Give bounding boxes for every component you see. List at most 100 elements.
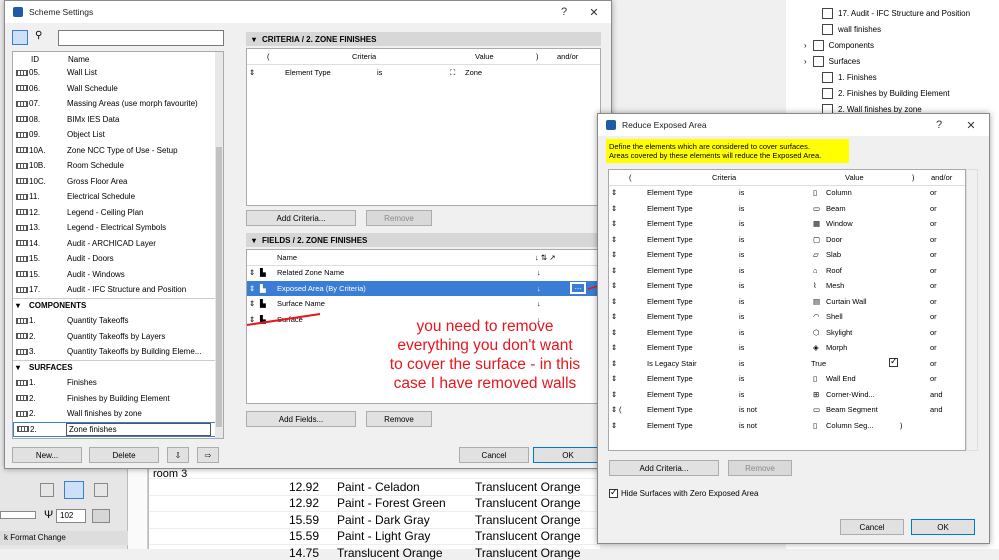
info-line-1: Define the elements which are considered…: [609, 142, 810, 151]
reduce-criteria-row[interactable]: ⇕ Element Type is ▯ Column or: [609, 185, 965, 201]
row-andor: or: [930, 327, 937, 337]
row-op: is: [739, 281, 745, 290]
row-criteria: Element Type: [647, 203, 693, 213]
drag-handle-icon[interactable]: ⇕: [611, 204, 617, 213]
row-op: is: [739, 374, 745, 383]
reduce-criteria-row[interactable]: ⇕ Element Type is ▱ Slab or: [609, 247, 965, 263]
row-criteria: Element Type: [647, 296, 693, 306]
drag-handle-icon[interactable]: ⇕: [611, 390, 617, 399]
reduce-criteria-row[interactable]: ⇕ Element Type is not ▯ Column Seg...): [609, 418, 965, 434]
drag-handle-icon[interactable]: ⇕: [611, 219, 617, 228]
reduce-criteria-row[interactable]: ⇕ Element Type is ▢ Door or: [609, 232, 965, 248]
row-criteria: Is Legacy Stair: [647, 358, 697, 368]
reduce-ok-button[interactable]: OK: [911, 519, 975, 535]
row-value: Shell: [826, 312, 843, 321]
row-andor: or: [930, 265, 937, 275]
drag-handle-icon[interactable]: ⇕: [611, 266, 617, 275]
reduce-criteria-row[interactable]: ⇕ Element Type is ◈ Morph or: [609, 340, 965, 356]
reduce-title: Reduce Exposed Area: [622, 120, 707, 130]
row-value: Roof: [826, 265, 842, 275]
reduce-criteria-row[interactable]: ⇕ Element Type is ⬡ Skylight or: [609, 325, 965, 341]
row-value: Morph: [826, 343, 848, 352]
reduce-criteria-row[interactable]: ⇕ Element Type is ▦ Window or: [609, 216, 965, 232]
window-icon: ▦: [813, 219, 821, 228]
row-andor: or: [930, 374, 937, 383]
row-criteria: Element Type: [647, 327, 693, 337]
row-andor: or: [930, 188, 937, 197]
beam-segment-icon: ▭: [813, 405, 821, 414]
row-value: Corner-Wind...: [826, 389, 875, 399]
row-andor: or: [930, 250, 937, 259]
reduce-criteria-row[interactable]: ⇕(Element Type is not ▭ Beam Segment and: [609, 402, 965, 418]
row-criteria: Element Type: [647, 234, 693, 244]
drag-handle-icon[interactable]: ⇕: [611, 235, 617, 244]
reduce-add-criteria-button[interactable]: Add Criteria...: [609, 460, 719, 476]
reduce-criteria-row[interactable]: ⇕ Is Legacy Stair is True or: [609, 356, 965, 372]
underline-stroke: [246, 313, 321, 326]
drag-handle-icon[interactable]: ⇕: [611, 250, 617, 259]
col-paren: (: [629, 173, 632, 182]
curtain-wall-icon: ▤: [813, 296, 821, 306]
row-value: Skylight: [826, 327, 853, 337]
row-op: is: [739, 219, 745, 228]
reduce-remove-button[interactable]: Remove: [728, 460, 792, 476]
row-andor: or: [930, 219, 937, 228]
reduce-cancel-button[interactable]: Cancel: [840, 519, 904, 535]
row-value: Column Seg...: [826, 420, 874, 430]
skylight-icon: ⬡: [813, 327, 820, 337]
close-button[interactable]: ✕: [958, 114, 984, 136]
reduce-criteria-row[interactable]: ⇕ Element Type is ▭ Beam or: [609, 201, 965, 217]
slab-icon: ▱: [813, 250, 819, 259]
row-op: is not: [739, 420, 757, 430]
column-segment-icon: ▯: [813, 420, 818, 430]
hide-zero-checkbox[interactable]: [609, 487, 618, 498]
hide-zero-label: Hide Surfaces with Zero Exposed Area: [621, 489, 759, 498]
reduce-criteria-row[interactable]: ⇕ Element Type is ⊞ Corner-Wind... and: [609, 387, 965, 403]
row-op: is: [739, 296, 745, 306]
row-andor: or: [930, 296, 937, 306]
reduce-scrollbar[interactable]: [966, 169, 978, 451]
drag-handle-icon[interactable]: ⇕: [611, 343, 617, 352]
wall-end-icon: ▯: [813, 374, 818, 383]
drag-handle-icon[interactable]: ⇕: [611, 312, 617, 321]
row-criteria: Element Type: [647, 405, 693, 414]
row-op: is: [739, 265, 745, 275]
drag-handle-icon[interactable]: ⇕: [611, 328, 617, 337]
col-andor: and/or: [931, 173, 953, 182]
row-criteria: Element Type: [647, 374, 693, 383]
drag-handle-icon[interactable]: ⇕: [611, 421, 617, 430]
row-op: is: [739, 188, 745, 197]
reduce-criteria-row[interactable]: ⇕ Element Type is ▤ Curtain Wall or: [609, 294, 965, 310]
drag-handle-icon[interactable]: ⇕: [611, 281, 617, 290]
row-andor: or: [930, 312, 937, 321]
row-value: Mesh: [826, 281, 845, 290]
reduce-criteria-row[interactable]: ⇕ Element Type is ▯ Wall End or: [609, 371, 965, 387]
reduce-criteria-row[interactable]: ⇕ Element Type is ⌂ Roof or: [609, 263, 965, 279]
shell-icon: ◠: [813, 312, 820, 321]
roof-icon: ⌂: [813, 265, 818, 275]
morph-icon: ◈: [813, 343, 819, 352]
row-criteria: Element Type: [647, 265, 693, 275]
row-criteria: Element Type: [647, 188, 693, 197]
row-criteria: Element Type: [647, 281, 693, 290]
row-andor: and: [930, 405, 943, 414]
row-value: Curtain Wall: [826, 296, 867, 306]
drag-handle-icon[interactable]: ⇕: [611, 359, 617, 368]
row-value: Beam Segment: [826, 405, 878, 414]
drag-handle-icon[interactable]: ⇕: [611, 374, 617, 383]
row-value: Door: [826, 234, 843, 244]
reduce-criteria-row[interactable]: ⇕ Element Type is ◠ Shell or: [609, 309, 965, 325]
col-criteria: Criteria: [712, 173, 737, 182]
hide-zero-checkbox-row[interactable]: Hide Surfaces with Zero Exposed Area: [609, 487, 759, 498]
drag-handle-icon[interactable]: ⇕: [611, 405, 617, 414]
row-andor: or: [930, 281, 937, 290]
legacy-stair-checkbox[interactable]: [889, 356, 898, 367]
drag-handle-icon[interactable]: ⇕: [611, 297, 617, 306]
row-value: Wall End: [826, 374, 856, 383]
reduce-criteria-row[interactable]: ⇕ Element Type is ⌇ Mesh or: [609, 278, 965, 294]
row-andor: or: [930, 358, 937, 368]
row-andor: or: [930, 343, 937, 352]
help-button[interactable]: ?: [926, 114, 952, 136]
drag-handle-icon[interactable]: ⇕: [611, 188, 617, 197]
row-op: is not: [739, 405, 757, 414]
